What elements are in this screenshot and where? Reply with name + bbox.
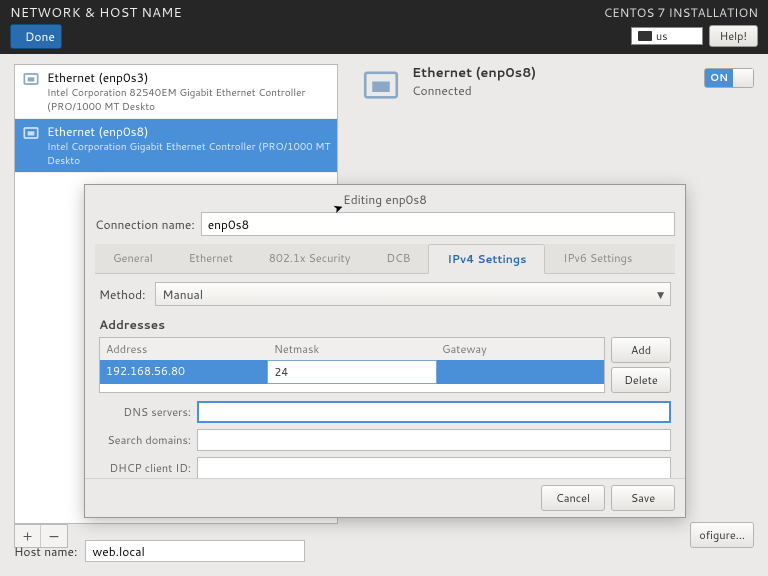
hostname-label: Host name: — [14, 543, 77, 560]
search-domains-row: Search domains: — [99, 429, 671, 451]
connection-name-label: Connection name: — [95, 216, 195, 233]
dhcp-client-id-input[interactable] — [197, 457, 671, 478]
col-netmask: Netmask — [268, 338, 436, 360]
nic-summary: Ethernet (enp0s8) Connected — [360, 64, 750, 112]
addresses-wrap: Address Netmask Gateway 192.168.56.80 24… — [99, 337, 671, 393]
toggle-label: ON — [705, 69, 733, 87]
search-domains-input[interactable] — [197, 429, 671, 451]
ethernet-icon — [360, 64, 402, 112]
chevron-down-icon: ▼ — [657, 288, 664, 301]
dialog-tabs: General Ethernet 802.1x Security DCB IPv… — [95, 244, 675, 274]
connection-name-row: Connection name: — [95, 212, 675, 236]
addresses-table[interactable]: Address Netmask Gateway 192.168.56.80 24 — [99, 337, 605, 393]
col-gateway: Gateway — [436, 338, 604, 360]
topbar: NETWORK & HOST NAME Done CENTOS 7 INSTAL… — [0, 0, 768, 54]
edit-connection-dialog: Editing enp0s8 ➤ Connection name: Genera… — [84, 184, 686, 518]
installer-label: CENTOS 7 INSTALLATION — [604, 4, 758, 21]
dhcp-client-id-row: DHCP client ID: — [99, 457, 671, 478]
nic-item[interactable]: Ethernet (enp0s8) Intel Corporation Giga… — [15, 119, 337, 173]
nic-text: Ethernet (enp0s8) Intel Corporation Giga… — [47, 123, 331, 168]
nic-sub: Intel Corporation 82540EM Gigabit Ethern… — [47, 86, 331, 114]
keyboard-layout-selector[interactable]: us — [631, 27, 703, 45]
help-button[interactable]: Help! — [709, 25, 758, 47]
tab-ipv6-settings[interactable]: IPv6 Settings — [545, 244, 650, 273]
nic-name: Ethernet (enp0s3) — [47, 69, 331, 86]
configure-button[interactable]: ofigure... — [690, 522, 754, 548]
save-button[interactable]: Save — [611, 485, 675, 511]
lang-code: us — [656, 28, 668, 44]
delete-address-button[interactable]: Delete — [611, 367, 671, 393]
search-domains-label: Search domains: — [99, 432, 191, 448]
extra-fields: DNS servers: Search domains: DHCP client… — [99, 401, 671, 478]
nic-on-toggle[interactable]: ON — [704, 68, 754, 88]
connection-name-input[interactable] — [201, 212, 675, 236]
topbar-right: CENTOS 7 INSTALLATION us Help! — [604, 4, 758, 50]
add-address-button[interactable]: Add — [611, 337, 671, 363]
method-row: Method: Manual ▼ — [99, 282, 671, 306]
ethernet-icon — [21, 123, 41, 168]
summary-text: Ethernet (enp0s8) Connected — [412, 64, 536, 99]
cell-netmask[interactable]: 24 — [267, 360, 436, 384]
lang-row: us Help! — [631, 25, 758, 47]
addresses-head: Address Netmask Gateway — [100, 338, 604, 360]
tab-dcb[interactable]: DCB — [368, 244, 428, 273]
main-content: Ethernet (enp0s3) Intel Corporation 8254… — [0, 54, 768, 576]
col-address: Address — [100, 338, 268, 360]
method-select[interactable]: Manual ▼ — [155, 282, 671, 306]
hostname-input[interactable] — [85, 540, 305, 562]
dialog-body: Connection name: General Ethernet 802.1x… — [85, 212, 685, 478]
tab-ipv4-settings[interactable]: IPv4 Settings — [428, 244, 545, 274]
table-row[interactable]: 192.168.56.80 24 — [100, 360, 604, 384]
dns-input[interactable] — [197, 401, 671, 423]
ipv4-pane: Method: Manual ▼ Addresses Address Netma… — [95, 274, 675, 478]
dialog-title-text: Editing enp0s8 — [343, 191, 427, 208]
cell-gateway[interactable] — [437, 360, 604, 384]
addresses-buttons: Add Delete — [611, 337, 671, 393]
toggle-knob — [733, 69, 753, 87]
done-button[interactable]: Done — [10, 24, 62, 49]
summary-name: Ethernet (enp0s8) — [412, 64, 536, 82]
tab-general[interactable]: General — [95, 244, 171, 273]
page-title: NETWORK & HOST NAME — [10, 4, 182, 22]
dialog-title: Editing enp0s8 ➤ — [85, 185, 685, 212]
nic-item[interactable]: Ethernet (enp0s3) Intel Corporation 8254… — [15, 65, 337, 119]
summary-status: Connected — [412, 82, 536, 99]
dhcp-client-id-label: DHCP client ID: — [99, 460, 191, 476]
nic-name: Ethernet (enp0s8) — [47, 123, 331, 140]
topbar-left: NETWORK & HOST NAME Done — [10, 4, 182, 50]
method-label: Method: — [99, 286, 145, 303]
cell-address[interactable]: 192.168.56.80 — [100, 360, 267, 384]
tab-8021x[interactable]: 802.1x Security — [251, 244, 369, 273]
cancel-button[interactable]: Cancel — [541, 485, 605, 511]
keyboard-icon — [638, 31, 652, 41]
hostname-row: Host name: — [14, 540, 305, 562]
tab-ethernet[interactable]: Ethernet — [171, 244, 251, 273]
dns-row: DNS servers: — [99, 401, 671, 423]
nic-text: Ethernet (enp0s3) Intel Corporation 8254… — [47, 69, 331, 114]
addresses-heading: Addresses — [99, 316, 671, 333]
ethernet-icon — [21, 69, 41, 114]
dns-label: DNS servers: — [99, 404, 191, 420]
nic-sub: Intel Corporation Gigabit Ethernet Contr… — [47, 140, 331, 168]
dialog-footer: Cancel Save — [85, 478, 685, 517]
method-value: Manual — [162, 286, 203, 303]
